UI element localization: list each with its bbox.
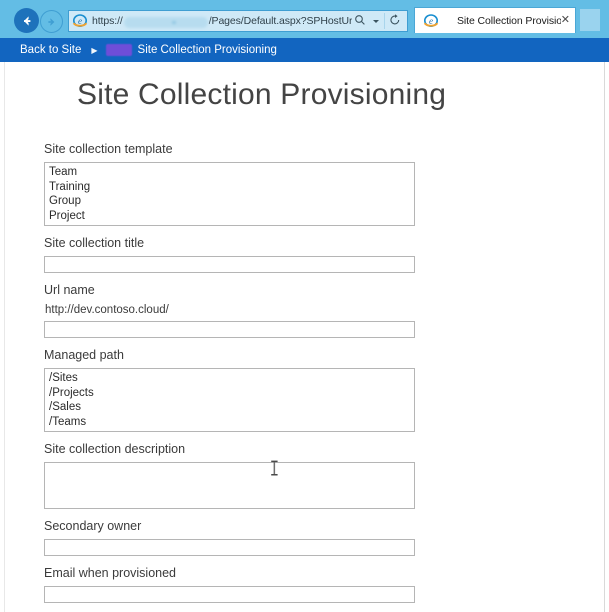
browser-chrome: e https:// /Pages/Default.aspx?SPHostUrl…: [0, 0, 609, 62]
address-bar[interactable]: e https:// /Pages/Default.aspx?SPHostUrl…: [68, 10, 408, 32]
tab-title: Site Collection Provision...: [457, 14, 561, 27]
label-site-collection-description: Site collection description: [44, 442, 186, 456]
input-email-when-provisioned[interactable]: [44, 586, 415, 603]
listbox-option[interactable]: /Sales: [45, 400, 414, 415]
label-site-collection-template: Site collection template: [44, 142, 173, 156]
label-email-when-provisioned: Email when provisioned: [44, 566, 177, 580]
suite-bar-inner: Back to Site ▶ Site Collection Provision…: [0, 38, 609, 62]
chevron-down-icon[interactable]: [370, 15, 382, 27]
field-url-name: Url name http://dev.contoso.cloud/: [44, 283, 419, 338]
forward-arrow-icon: [46, 16, 58, 28]
listbox-option[interactable]: Project: [45, 209, 414, 224]
label-secondary-owner: Secondary owner: [44, 519, 142, 533]
field-managed-path: Managed path /Sites /Projects /Sales /Te…: [44, 348, 419, 432]
search-icon[interactable]: [352, 14, 368, 28]
back-to-site-link[interactable]: Back to Site: [20, 44, 81, 56]
tab-close-icon[interactable]: ✕: [561, 15, 575, 26]
back-button[interactable]: [14, 8, 39, 33]
listbox-option[interactable]: /Sites: [45, 371, 414, 386]
listbox-managed-path[interactable]: /Sites /Projects /Sales /Teams: [44, 368, 415, 432]
svg-text:e: e: [429, 16, 433, 26]
input-site-collection-title[interactable]: [44, 256, 415, 273]
suite-bar-app-title: Site Collection Provisioning: [137, 44, 277, 56]
url-redacted-domain: [123, 16, 208, 28]
page-title: Site Collection Provisioning: [77, 78, 447, 111]
sharepoint-suite-bar: Back to Site ▶ Site Collection Provision…: [0, 38, 609, 62]
input-url-name[interactable]: [44, 321, 415, 338]
tab-internet-explorer-icon: e: [423, 13, 439, 29]
refresh-icon[interactable]: [387, 14, 403, 28]
chevron-right-icon: ▶: [91, 45, 98, 55]
field-site-collection-title: Site collection title: [44, 236, 419, 273]
internet-explorer-icon: e: [72, 13, 88, 29]
input-secondary-owner[interactable]: [44, 539, 415, 556]
listbox-option[interactable]: /Teams: [45, 415, 414, 430]
redacted-tenant-badge: [105, 44, 132, 56]
label-url-name: Url name: [44, 283, 95, 297]
field-secondary-owner: Secondary owner: [44, 519, 419, 556]
field-site-collection-template: Site collection template Team Training G…: [44, 142, 419, 226]
listbox-option[interactable]: Training: [45, 180, 414, 195]
back-arrow-icon: [20, 14, 34, 28]
textarea-site-collection-description[interactable]: [44, 462, 415, 509]
svg-text:e: e: [78, 16, 82, 26]
page-content: Site Collection Provisioning Site collec…: [4, 62, 605, 612]
new-tab-button[interactable]: [580, 9, 600, 31]
listbox-option[interactable]: /Projects: [45, 386, 414, 401]
field-email-when-provisioned: Email when provisioned: [44, 566, 419, 603]
url-prefix-text: https://: [92, 15, 123, 27]
url-base-prefix-text: http://dev.contoso.cloud/: [45, 304, 169, 316]
address-bar-icons: [352, 11, 407, 31]
browser-tab[interactable]: e Site Collection Provision... ✕: [414, 7, 576, 33]
label-managed-path: Managed path: [44, 348, 124, 362]
address-bar-divider: [384, 13, 385, 29]
listbox-site-collection-template[interactable]: Team Training Group Project: [44, 162, 415, 226]
listbox-option[interactable]: Group: [45, 194, 414, 209]
label-site-collection-title: Site collection title: [44, 236, 145, 250]
field-site-collection-description: Site collection description: [44, 442, 419, 509]
forward-button[interactable]: [40, 10, 63, 33]
site-collection-provisioning-form: Site collection template Team Training G…: [44, 142, 419, 612]
listbox-option[interactable]: Team: [45, 165, 414, 180]
